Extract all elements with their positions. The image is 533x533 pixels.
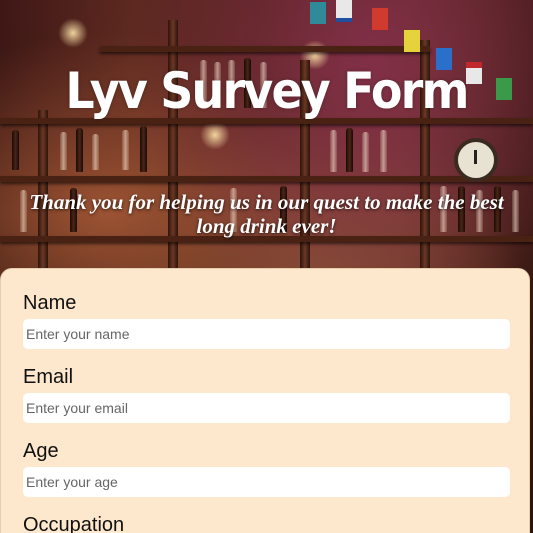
age-input[interactable] [23, 467, 510, 497]
name-input[interactable] [23, 319, 510, 349]
occupation-label: Occupation [23, 514, 125, 533]
occupation-field-group: Occupation [23, 513, 510, 533]
name-label: Name [23, 292, 77, 314]
page-tagline: Thank you for helping us in our quest to… [29, 190, 504, 238]
page-title: Lyv Survey Form [65, 62, 469, 120]
email-field-group: Email [23, 365, 510, 423]
age-label: Age [23, 440, 59, 462]
page-header: Lyv Survey Form Thank you for helping us… [0, 0, 533, 268]
age-field-group: Age [23, 439, 510, 497]
email-label: Email [23, 366, 74, 388]
name-field-group: Name [23, 291, 510, 349]
email-input[interactable] [23, 393, 510, 423]
survey-form: Name Email Age Occupation [0, 268, 530, 533]
